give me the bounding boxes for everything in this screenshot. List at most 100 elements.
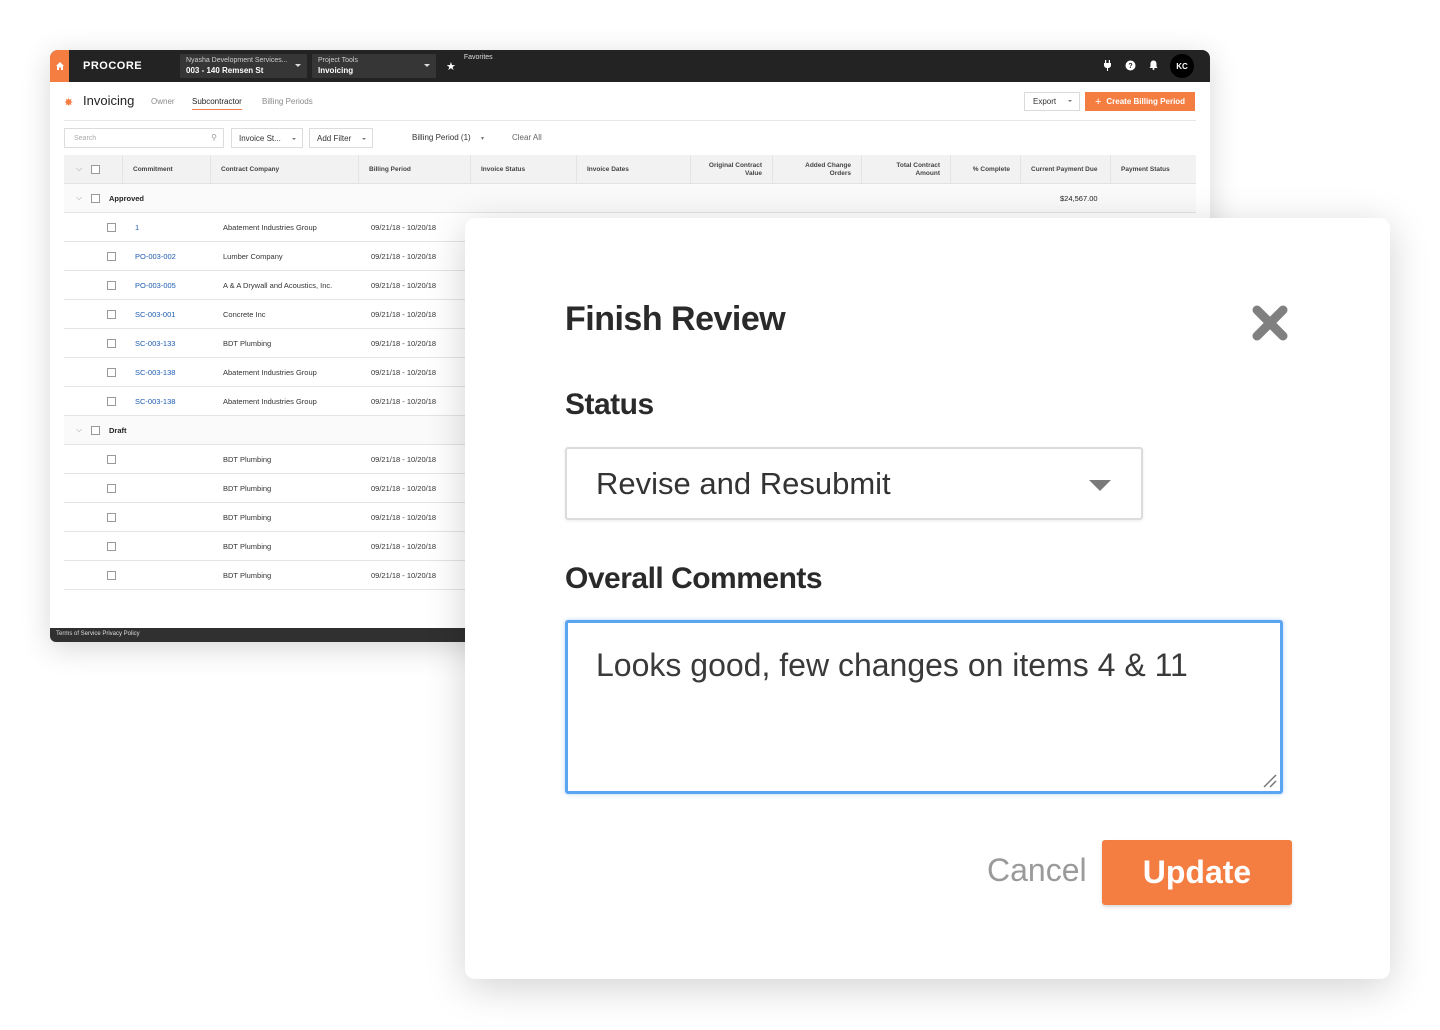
topbar-actions: ? KC: [1101, 54, 1194, 78]
plug-icon[interactable]: [1101, 59, 1113, 73]
row-checkbox[interactable]: [107, 455, 116, 464]
modal-title: Finish Review: [565, 300, 786, 338]
commitment-link[interactable]: SC-003-001: [135, 310, 175, 319]
group-row-approved[interactable]: ⌵ Approved $24,567.00: [64, 184, 1196, 213]
caret-down-icon: [424, 64, 430, 67]
row-checkbox[interactable]: [107, 252, 116, 261]
help-icon[interactable]: ?: [1124, 60, 1136, 73]
column-percent-complete[interactable]: % Complete: [950, 155, 1020, 184]
caret-down-icon: [292, 138, 296, 140]
row-checkbox[interactable]: [107, 484, 116, 493]
contract-company: BDT Plumbing: [223, 542, 272, 551]
finish-review-modal: Finish Review Status Revise and Resubmit…: [465, 218, 1390, 979]
billing-period: 09/21/18 - 10/20/18: [371, 281, 437, 290]
contract-company: BDT Plumbing: [223, 571, 272, 580]
caret-down-icon: [362, 138, 366, 140]
billing-period: 09/21/18 - 10/20/18: [371, 513, 437, 522]
billing-period: 09/21/18 - 10/20/18: [371, 455, 437, 464]
clear-all-link[interactable]: Clear All: [512, 133, 542, 142]
commitment-link[interactable]: PO-003-005: [135, 281, 176, 290]
chevron-down-icon[interactable]: ⌵: [76, 425, 82, 435]
export-button[interactable]: Export: [1024, 92, 1080, 111]
row-checkbox[interactable]: [107, 542, 116, 551]
add-filter-label: Add Filter: [317, 134, 352, 143]
row-checkbox[interactable]: [107, 281, 116, 290]
commitment-link[interactable]: SC-003-138: [135, 397, 175, 406]
cancel-button[interactable]: Cancel: [987, 852, 1087, 889]
commitment-link[interactable]: SC-003-133: [135, 339, 175, 348]
billing-period: 09/21/18 - 10/20/18: [371, 484, 437, 493]
select-all-checkbox[interactable]: [91, 165, 100, 174]
stage: PROCORE Nyasha Development Services... 0…: [0, 0, 1440, 1030]
company-project-picker[interactable]: Nyasha Development Services... 003 - 140…: [180, 54, 307, 78]
billing-period: 09/21/18 - 10/20/18: [371, 223, 437, 232]
contract-company: Concrete Inc: [223, 310, 266, 319]
column-payment-status[interactable]: Payment Status: [1110, 155, 1196, 184]
tab-owner[interactable]: Owner: [151, 97, 175, 106]
column-billing-period[interactable]: Billing Period: [358, 155, 470, 184]
column-invoice-dates[interactable]: Invoice Dates: [576, 155, 690, 184]
export-label: Export: [1033, 97, 1057, 106]
column-contract-company[interactable]: Contract Company: [210, 155, 358, 184]
column-commitment[interactable]: Commitment: [122, 155, 210, 184]
billing-period: 09/21/18 - 10/20/18: [371, 368, 437, 377]
project-name: 003 - 140 Remsen St: [186, 66, 264, 75]
home-icon: [55, 62, 64, 70]
contract-company: BDT Plumbing: [223, 484, 272, 493]
column-original-contract-value[interactable]: Original Contract Value: [690, 155, 772, 184]
user-avatar[interactable]: KC: [1170, 54, 1194, 78]
commitment-link[interactable]: 1: [135, 223, 139, 232]
tab-subcontractor[interactable]: Subcontractor: [192, 97, 242, 110]
group-checkbox[interactable]: [91, 194, 100, 203]
chevron-down-icon[interactable]: ⌵: [76, 164, 82, 174]
add-filter-button[interactable]: Add Filter: [309, 128, 373, 148]
status-select-value: Revise and Resubmit: [596, 466, 891, 501]
status-label: Status: [565, 388, 654, 421]
row-checkbox[interactable]: [107, 397, 116, 406]
commitment-link[interactable]: SC-003-138: [135, 368, 175, 377]
chevron-down-icon[interactable]: ⌵: [76, 193, 82, 203]
create-billing-period-label: Create Billing Period: [1106, 97, 1186, 106]
resize-handle-icon[interactable]: [1261, 772, 1277, 788]
favorites-button[interactable]: ★ Favorites: [446, 54, 493, 78]
group-label: Draft: [109, 426, 127, 435]
bell-icon[interactable]: [1147, 60, 1159, 72]
create-billing-period-button[interactable]: + Create Billing Period: [1085, 92, 1195, 111]
gear-icon: ✸: [64, 97, 74, 109]
close-button[interactable]: [1249, 302, 1291, 344]
billing-period-filter[interactable]: Billing Period (1) ▾: [412, 133, 484, 142]
column-total-contract-amount[interactable]: Total Contract Amount: [861, 155, 950, 184]
status-select[interactable]: Revise and Resubmit: [565, 447, 1143, 520]
contract-company: BDT Plumbing: [223, 513, 272, 522]
table-header: ⌵ Commitment Contract Company Billing Pe…: [64, 155, 1196, 184]
top-navigation-bar: PROCORE Nyasha Development Services... 0…: [50, 50, 1210, 82]
caret-down-icon: [1068, 100, 1072, 102]
home-button[interactable]: [50, 50, 69, 82]
column-invoice-status[interactable]: Invoice Status: [470, 155, 576, 184]
billing-period-filter-label: Billing Period (1): [412, 133, 471, 142]
row-checkbox[interactable]: [107, 571, 116, 580]
caret-down-icon: ▾: [480, 136, 484, 142]
overall-comments-textarea[interactable]: Looks good, few changes on items 4 & 11: [565, 620, 1283, 794]
row-checkbox[interactable]: [107, 339, 116, 348]
contract-company: BDT Plumbing: [223, 455, 272, 464]
project-tools-picker[interactable]: Project Tools Invoicing: [312, 54, 436, 78]
row-checkbox[interactable]: [107, 368, 116, 377]
row-checkbox[interactable]: [107, 223, 116, 232]
invoice-status-filter[interactable]: Invoice St...: [231, 128, 303, 148]
contract-company: Abatement Industries Group: [223, 223, 317, 232]
update-button[interactable]: Update: [1102, 840, 1292, 905]
commitment-link[interactable]: PO-003-002: [135, 252, 176, 261]
search-input[interactable]: Search ⚲: [64, 128, 224, 148]
contract-company: Lumber Company: [223, 252, 283, 261]
billing-period: 09/21/18 - 10/20/18: [371, 542, 437, 551]
column-current-payment-due[interactable]: Current Payment Due: [1020, 155, 1110, 184]
row-checkbox[interactable]: [107, 310, 116, 319]
tab-billing-periods[interactable]: Billing Periods: [262, 97, 313, 106]
tools-label: Project Tools: [318, 57, 358, 64]
group-checkbox[interactable]: [91, 426, 100, 435]
column-added-change-orders[interactable]: Added Change Orders: [772, 155, 861, 184]
group-payment-due-total: $24,567.00: [1060, 194, 1098, 203]
row-checkbox[interactable]: [107, 513, 116, 522]
footer-links[interactable]: Terms of Service Privacy Policy: [56, 631, 140, 637]
